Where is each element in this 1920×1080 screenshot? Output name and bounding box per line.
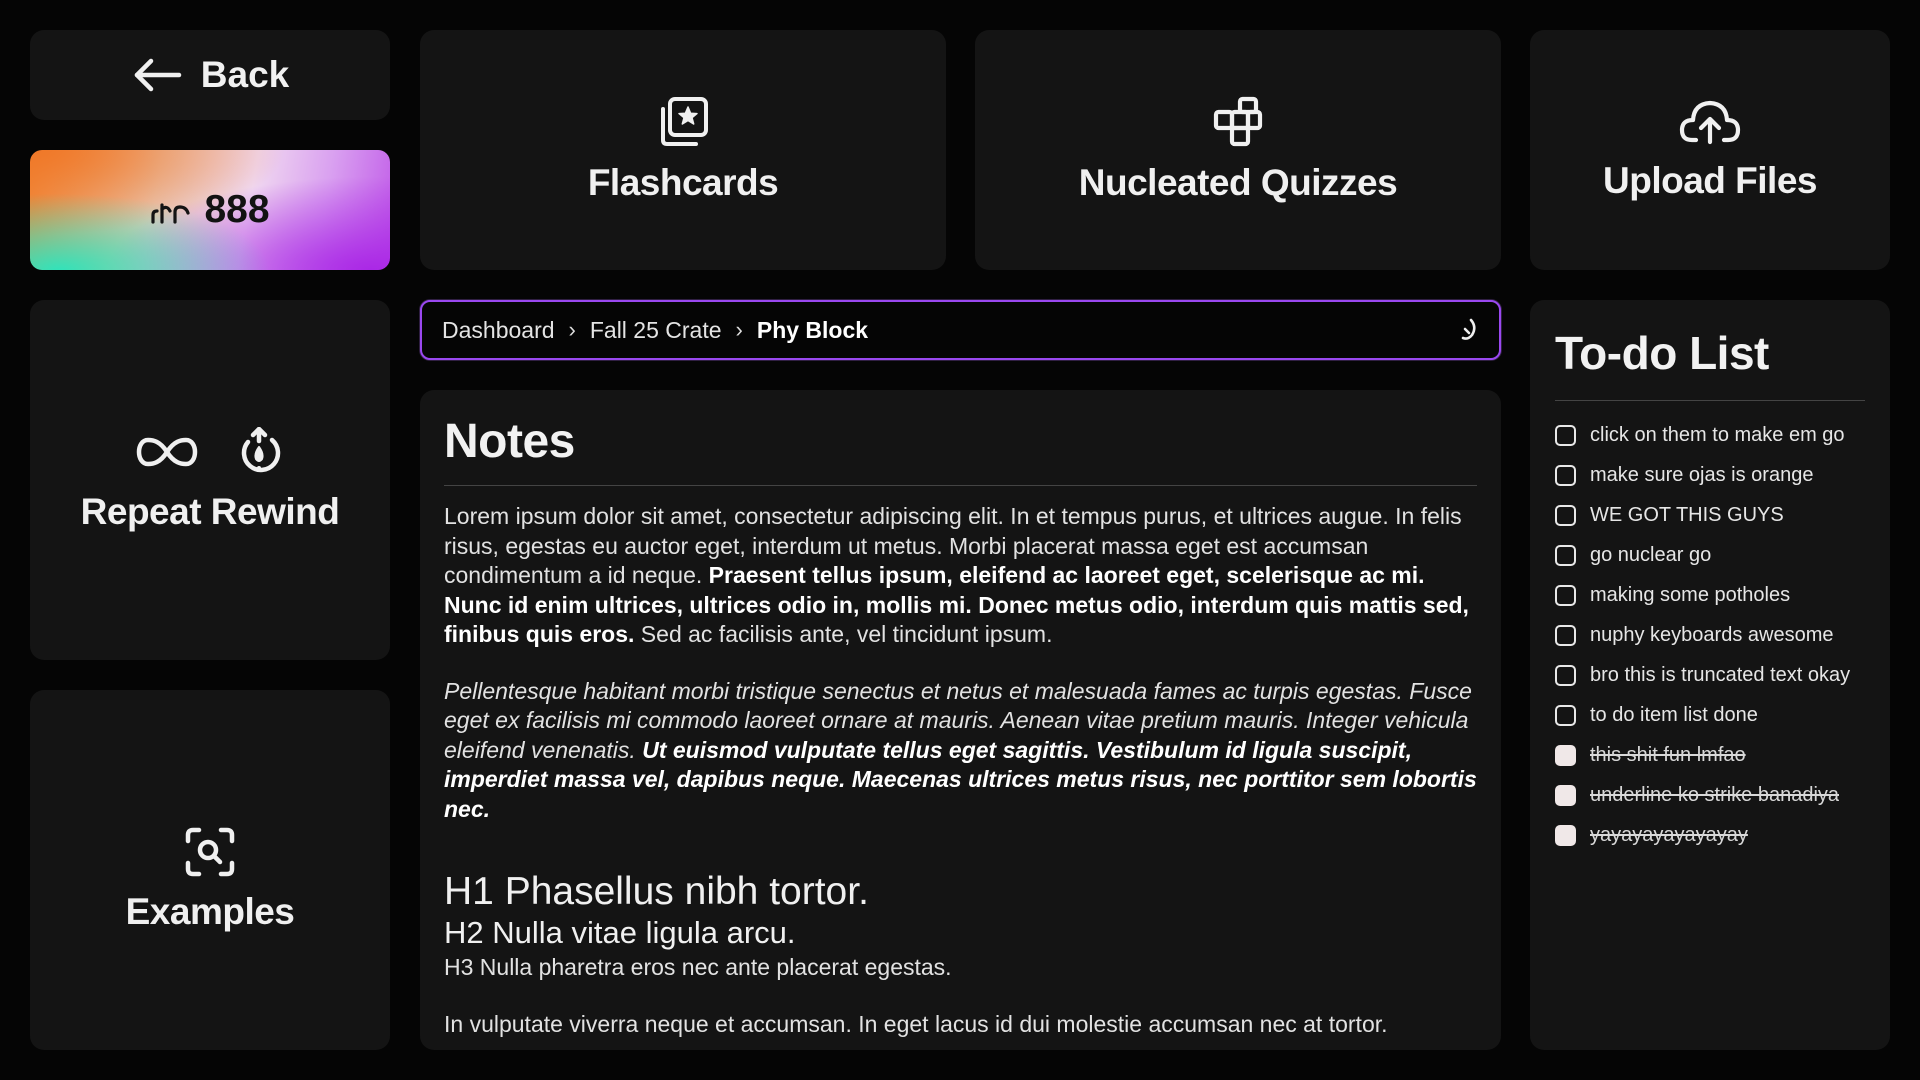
upload-label: Upload Files — [1603, 160, 1817, 201]
upload-files-button[interactable]: Upload Files — [1530, 30, 1890, 270]
arrow-left-icon — [131, 57, 183, 93]
checkbox[interactable] — [1555, 424, 1576, 446]
checkbox[interactable] — [1555, 464, 1576, 486]
scan-search-icon — [185, 827, 235, 877]
breadcrumb-item-current: Phy Block — [756, 316, 869, 343]
repeat-rewind-button[interactable]: Repeat Rewind — [30, 300, 390, 660]
notes-heading-3: H3 Nulla pharetra eros nec ante placerat… — [444, 954, 952, 980]
checkbox[interactable] — [1555, 664, 1576, 686]
breadcrumb-item-dashboard[interactable]: Dashboard — [442, 317, 555, 344]
todo-item-text: underline ko strike banadiya — [1590, 783, 1840, 806]
checkbox[interactable] — [1555, 584, 1576, 606]
todo-item-text: make sure ojas is orange — [1590, 463, 1814, 486]
divider — [1555, 400, 1865, 401]
todo-item[interactable]: nuphy keyboards awesome — [1555, 615, 1865, 655]
breadcrumb: Dashboard › Fall 25 Crate › Phy Block — [420, 300, 1501, 360]
infinity-icon — [136, 435, 198, 469]
flashcards-button[interactable]: Flashcards — [420, 30, 946, 270]
notes-paragraph-3: In vulputate viverra neque et accumsan. … — [444, 1011, 1388, 1037]
todo-item[interactable]: click on them to make em go — [1555, 415, 1865, 455]
todo-item-done[interactable]: yayayayayayayay — [1555, 815, 1865, 855]
examples-label: Examples — [125, 891, 295, 932]
flashcards-label: Flashcards — [587, 162, 779, 203]
todo-panel: To-do List click on them to make em go m… — [1530, 300, 1890, 1050]
divider — [444, 485, 1477, 486]
todo-item[interactable]: making some potholes — [1555, 575, 1865, 615]
flashcards-icon — [656, 96, 710, 148]
quizzes-button[interactable]: Nucleated Quizzes — [975, 30, 1501, 270]
checkbox-checked[interactable] — [1555, 824, 1576, 846]
todo-item[interactable]: to do item list done — [1555, 695, 1865, 735]
todo-item[interactable]: WE GOT THIS GUYS — [1555, 495, 1865, 535]
back-label: Back — [200, 54, 290, 95]
checkbox[interactable] — [1555, 504, 1576, 526]
todo-item-text: WE GOT THIS GUYS — [1590, 503, 1784, 526]
checkbox-checked[interactable] — [1555, 784, 1576, 806]
todo-item-text: to do item list done — [1590, 703, 1758, 726]
notes-title: Notes — [444, 415, 575, 468]
checkbox[interactable] — [1555, 544, 1576, 566]
chevron-right-icon: › — [735, 317, 743, 342]
todo-list: click on them to make em go make sure oj… — [1555, 415, 1865, 855]
notes-heading-1: H1 Phasellus nibh tortor. — [444, 870, 869, 913]
todo-item[interactable]: bro this is truncated text okay — [1555, 655, 1865, 695]
quizzes-label: Nucleated Quizzes — [1078, 162, 1398, 203]
quiz-blocks-icon — [1211, 96, 1265, 148]
todo-title: To-do List — [1555, 327, 1769, 379]
cloud-upload-icon — [1678, 98, 1742, 146]
examples-button[interactable]: Examples — [30, 690, 390, 1050]
loading-spinner-icon — [1457, 317, 1479, 343]
todo-item-text: this shit fun lmfao — [1590, 743, 1746, 766]
todo-item[interactable]: go nuclear go — [1555, 535, 1865, 575]
checkbox[interactable] — [1555, 624, 1576, 646]
chevron-right-icon: › — [568, 317, 576, 342]
notes-heading-2: H2 Nulla vitae ligula arcu. — [444, 915, 796, 950]
notes-paragraph-1: Lorem ipsum dolor sit amet, consectetur … — [444, 502, 1477, 650]
todo-item-done[interactable]: underline ko strike banadiya — [1555, 775, 1865, 815]
todo-item-done[interactable]: this shit fun lmfao — [1555, 735, 1865, 775]
todo-item[interactable]: make sure ojas is orange — [1555, 455, 1865, 495]
checkbox[interactable] — [1555, 704, 1576, 726]
notes-paragraph-2: Pellentesque habitant morbi tristique se… — [444, 677, 1477, 825]
notes-p1-tail: Sed ac facilisis ante, vel tincidunt ips… — [634, 621, 1053, 647]
notes-panel: Notes Lorem ipsum dolor sit amet, consec… — [420, 390, 1501, 1050]
back-button[interactable]: Back — [30, 30, 390, 120]
breadcrumb-item-crate[interactable]: Fall 25 Crate — [590, 317, 722, 344]
streak-icon — [150, 195, 192, 225]
todo-item-text: making some potholes — [1590, 583, 1791, 606]
checkbox-checked[interactable] — [1555, 744, 1576, 766]
streak-count: 888 — [204, 188, 270, 231]
todo-item-text: yayayayayayayay — [1590, 823, 1748, 846]
streak-counter: 888 — [30, 150, 390, 270]
todo-item-text: nuphy keyboards awesome — [1590, 623, 1834, 646]
todo-item-text: go nuclear go — [1590, 543, 1712, 566]
repeat-rewind-label: Repeat Rewind — [80, 491, 340, 532]
todo-item-text: bro this is truncated text okay — [1590, 663, 1851, 686]
todo-item-text: click on them to make em go — [1590, 423, 1845, 446]
rewind-icon — [234, 427, 284, 477]
